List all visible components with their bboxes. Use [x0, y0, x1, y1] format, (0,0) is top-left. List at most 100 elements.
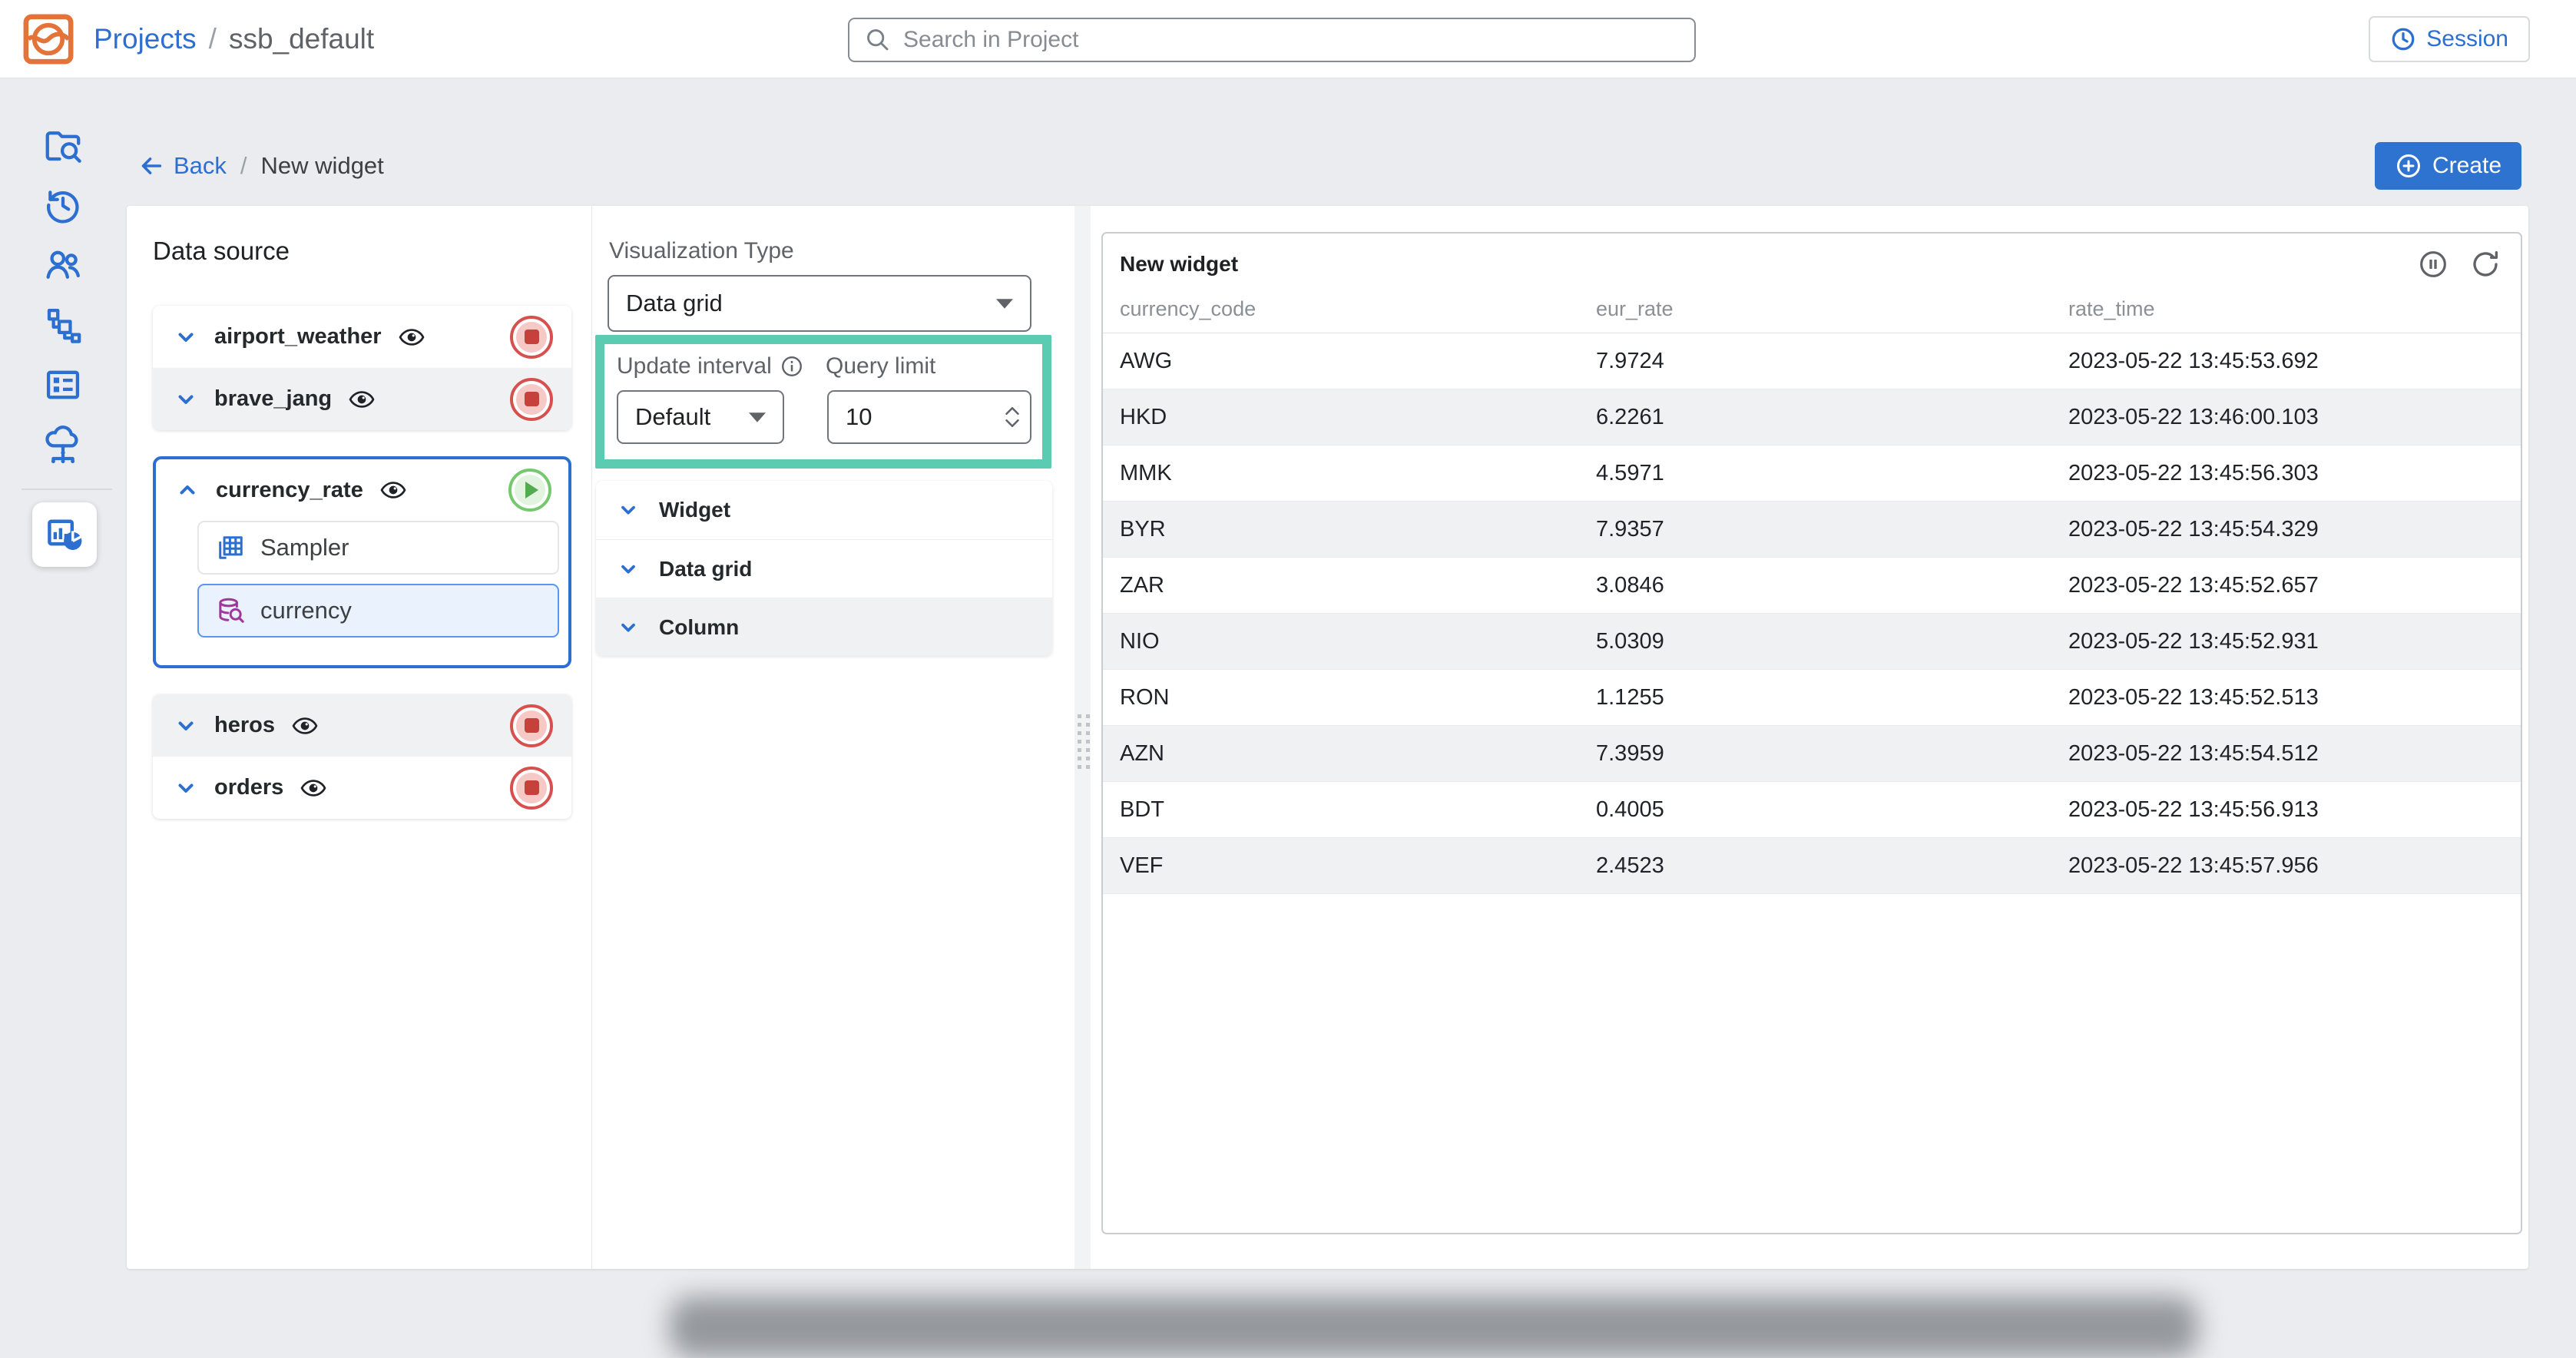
cell-rate-time: 2023-05-22 13:45:56.913 [2068, 797, 2521, 823]
page-toolbar: Back / New widget Create [138, 141, 2521, 191]
accordion-section-data-grid[interactable]: Data grid [596, 539, 1052, 598]
breadcrumb-projects-link[interactable]: Projects [94, 23, 197, 55]
chevron-down-icon[interactable] [174, 714, 197, 737]
pause-icon[interactable] [2418, 249, 2449, 280]
data-source-name: orders [214, 775, 283, 800]
cell-eur-rate: 7.9357 [1596, 517, 2068, 542]
cell-eur-rate: 3.0846 [1596, 573, 2068, 598]
settings-accordion: Widget Data grid Column [596, 481, 1052, 656]
visualization-type-select[interactable]: Data grid [608, 275, 1031, 332]
project-explorer-icon[interactable] [0, 115, 126, 175]
chevron-down-icon[interactable] [618, 617, 639, 638]
column-header: currency_code [1120, 297, 1596, 321]
chevron-down-icon[interactable] [174, 388, 197, 411]
eye-icon[interactable] [292, 716, 318, 736]
chevron-down-icon[interactable] [174, 326, 197, 349]
stop-button[interactable] [510, 704, 553, 747]
eye-icon[interactable] [399, 327, 425, 347]
data-source-item-currency[interactable]: currency [197, 584, 559, 638]
chevron-down-icon[interactable] [618, 499, 639, 521]
refresh-icon[interactable] [2470, 249, 2501, 280]
data-source-group-currency-rate[interactable]: currency_rate [156, 459, 568, 521]
widgets-dashboard-icon-active[interactable] [32, 502, 97, 567]
rail-divider [22, 489, 112, 490]
query-limit-input[interactable] [846, 403, 961, 431]
data-source-item-label: Sampler [260, 534, 349, 561]
table-row: BYR 7.9357 2023-05-22 13:45:54.329 [1103, 502, 2521, 558]
cell-eur-rate: 5.0309 [1596, 629, 2068, 654]
cell-currency-code: BDT [1120, 797, 1596, 823]
cell-eur-rate: 1.1255 [1596, 685, 2068, 710]
number-spinner[interactable] [1005, 407, 1019, 427]
back-link[interactable]: Back [138, 152, 227, 180]
data-source-group-heros[interactable]: heros [153, 694, 571, 757]
users-icon[interactable] [0, 235, 126, 295]
data-source-item-sampler[interactable]: Sampler [197, 521, 559, 575]
preview-table-header: currency_code eur_rate rate_time [1103, 286, 2521, 333]
cell-currency-code: HKD [1120, 405, 1596, 430]
data-source-card: airport_weather brave_jang [153, 306, 571, 430]
update-interval-label: Update interval [617, 353, 772, 379]
accordion-section-label: Column [659, 615, 739, 640]
stop-button[interactable] [510, 378, 553, 421]
database-search-icon [216, 596, 245, 625]
ssb-logo[interactable] [22, 12, 75, 66]
panel-resize-handle[interactable] [1074, 206, 1091, 1269]
project-search [848, 18, 1696, 62]
clock-icon [2390, 26, 2416, 52]
chevron-up-icon[interactable] [176, 479, 199, 502]
chevron-down-icon[interactable] [174, 777, 197, 800]
update-interval-label-row: Update interval [617, 353, 826, 379]
eye-icon[interactable] [300, 778, 326, 798]
eye-icon[interactable] [380, 480, 406, 500]
data-source-group-orders[interactable]: orders [153, 757, 571, 819]
cell-rate-time: 2023-05-22 13:45:57.956 [2068, 853, 2521, 879]
cell-rate-time: 2023-05-22 13:45:52.931 [2068, 629, 2521, 654]
visualization-type-value: Data grid [626, 290, 723, 317]
history-icon[interactable] [0, 175, 126, 235]
cell-rate-time: 2023-05-22 13:45:54.512 [2068, 741, 2521, 767]
data-source-group-airport-weather[interactable]: airport_weather [153, 306, 571, 368]
caret-down-icon [749, 412, 766, 422]
update-interval-value: Default [635, 403, 710, 431]
cell-currency-code: RON [1120, 685, 1596, 710]
dock-shadow [670, 1297, 2198, 1358]
info-icon[interactable] [781, 356, 803, 377]
cell-eur-rate: 6.2261 [1596, 405, 2068, 430]
visualization-panel: Visualization Type Data grid Update inte… [592, 206, 1074, 1269]
chevron-down-icon[interactable] [618, 558, 639, 580]
stop-button[interactable] [510, 767, 553, 810]
data-source-name: heros [214, 713, 275, 738]
create-button-label: Create [2432, 153, 2502, 179]
data-source-group-brave-jang[interactable]: brave_jang [153, 368, 571, 430]
cell-currency-code: VEF [1120, 853, 1596, 879]
accordion-section-column[interactable]: Column [596, 598, 1052, 656]
cell-eur-rate: 7.9724 [1596, 349, 2068, 374]
search-input[interactable] [903, 27, 1679, 53]
accordion-section-label: Data grid [659, 557, 752, 581]
accordion-section-widget[interactable]: Widget [596, 481, 1052, 539]
visualization-type-label: Visualization Type [609, 238, 1074, 264]
table-row: AZN 7.3959 2023-05-22 13:45:54.512 [1103, 726, 2521, 782]
cell-currency-code: MMK [1120, 461, 1596, 486]
session-button[interactable]: Session [2369, 16, 2530, 62]
eye-icon[interactable] [349, 389, 375, 409]
job-flow-icon[interactable] [0, 295, 126, 355]
data-source-panel: Data source airport_weather brave_jang [127, 206, 592, 1269]
play-button[interactable] [508, 469, 551, 512]
cloud-connectors-icon[interactable] [0, 415, 126, 475]
cell-eur-rate: 0.4005 [1596, 797, 2068, 823]
cell-currency-code: BYR [1120, 517, 1596, 542]
cell-eur-rate: 7.3959 [1596, 741, 2068, 767]
cell-rate-time: 2023-05-22 13:45:54.329 [2068, 517, 2521, 542]
preview-table-body: AWG 7.9724 2023-05-22 13:45:53.692 HKD 6… [1103, 333, 2521, 894]
table-row: AWG 7.9724 2023-05-22 13:45:53.692 [1103, 333, 2521, 389]
create-button[interactable]: Create [2375, 142, 2521, 190]
data-source-group-currency-rate-expanded: currency_rate Sampler [153, 456, 571, 668]
update-interval-select[interactable]: Default [617, 390, 784, 444]
forms-icon[interactable] [0, 355, 126, 415]
widget-preview-card: New widget currency_code eur_rate rate_t… [1101, 232, 2522, 1234]
stop-button[interactable] [510, 316, 553, 359]
arrow-left-icon [138, 153, 164, 179]
table-row: NIO 5.0309 2023-05-22 13:45:52.931 [1103, 614, 2521, 670]
